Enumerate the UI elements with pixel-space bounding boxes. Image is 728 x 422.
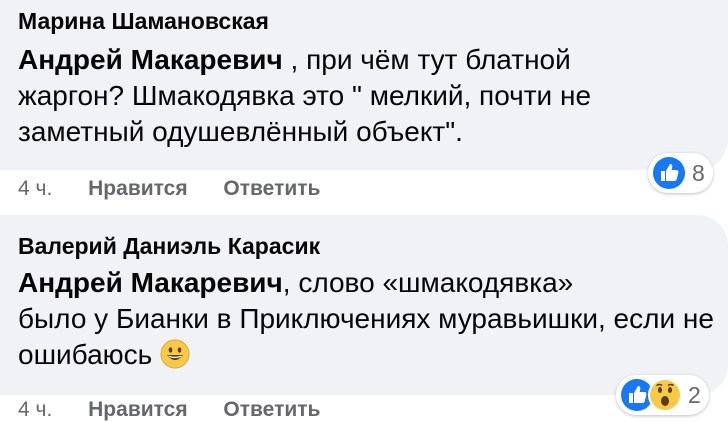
comment-timestamp[interactable]: 4 ч. xyxy=(18,398,52,421)
comment-timestamp[interactable]: 4 ч. xyxy=(18,177,52,200)
comment-author[interactable]: Валерий Даниэль Карасик xyxy=(18,233,320,260)
reaction-count: 2 xyxy=(688,381,701,408)
mention-link[interactable]: Андрей Макаревич xyxy=(18,267,283,298)
comment-actions: 4 ч. Нравится Ответить xyxy=(18,398,350,422)
comment-actions: 4 ч. Нравится Ответить xyxy=(18,177,350,201)
reaction-count: 8 xyxy=(692,159,705,186)
grinning-face-emoji xyxy=(160,339,190,369)
comment-author[interactable]: Марина Шамановская xyxy=(18,8,269,35)
reply-button[interactable]: Ответить xyxy=(223,177,320,200)
comment-text-line: , слово «шмакодявка» xyxy=(282,267,574,298)
reply-button[interactable]: Ответить xyxy=(223,398,320,421)
comment-text: Андрей Макаревич, слово «шмакодявка» был… xyxy=(18,265,718,373)
mention-link[interactable]: Андрей Макаревич xyxy=(18,44,283,75)
comment-text-line: , при чём тут блатной xyxy=(282,44,571,75)
reaction-summary[interactable]: 2 xyxy=(616,375,709,415)
comment-bubble: Валерий Даниэль Карасик Андрей Макаревич… xyxy=(0,215,728,395)
like-button[interactable]: Нравится xyxy=(88,398,187,421)
comment-text-rest: жаргон? Шмакодявка это " мелкий, почти н… xyxy=(18,80,592,147)
like-icon xyxy=(653,157,685,189)
like-button[interactable]: Нравится xyxy=(88,177,187,200)
comment-text-rest: было у Бианки в Приключениях муравьишки,… xyxy=(18,303,714,370)
comment-text: Андрей Макаревич , при чём тут блатной ж… xyxy=(18,42,718,150)
comment-bubble: Марина Шамановская Андрей Макаревич , пр… xyxy=(0,0,728,170)
wow-icon xyxy=(648,378,682,412)
reaction-summary[interactable]: 8 xyxy=(648,153,713,193)
